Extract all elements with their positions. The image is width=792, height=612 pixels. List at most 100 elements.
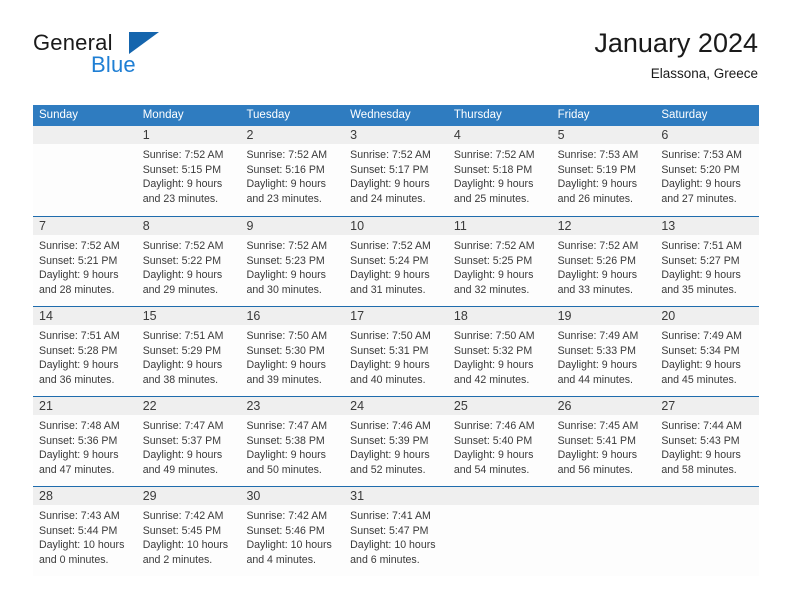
day-detail-line: Sunset: 5:46 PM [246, 524, 325, 537]
title-block: January 2024 Elassona, Greece [594, 26, 758, 84]
day-detail-lines: Sunrise: 7:49 AM Sunset: 5:34 PM Daylight:… [655, 325, 759, 387]
calendar-day-cell-17[interactable]: 17 Sunrise: 7:50 AM Sunset: 5:31 PM Dayligh… [344, 307, 448, 396]
day-detail-lines: Sunrise: 7:44 AM Sunset: 5:43 PM Daylight:… [655, 415, 759, 477]
general-blue-logo[interactable]: General Blue [33, 30, 233, 86]
day-detail-line: Sunset: 5:44 PM [39, 524, 118, 537]
day-number-band: 1 [136, 126, 241, 144]
calendar-day-cell-11[interactable]: 11 Sunrise: 7:52 AM Sunset: 5:25 PM Dayligh… [447, 217, 552, 306]
day-number: 21 [39, 399, 53, 413]
day-detail-line: Daylight: 9 hours [246, 178, 326, 191]
calendar-day-cell-29[interactable]: 29 Sunrise: 7:42 AM Sunset: 5:45 PM Dayligh… [136, 487, 241, 576]
day-number-band: 28 [33, 487, 137, 505]
calendar-day-cell-21[interactable]: 21 Sunrise: 7:48 AM Sunset: 5:36 PM Dayligh… [33, 397, 137, 486]
calendar-day-cell-10[interactable]: 10 Sunrise: 7:52 AM Sunset: 5:24 PM Dayligh… [344, 217, 448, 306]
day-number: 19 [557, 309, 572, 323]
day-detail-line: Sunset: 5:32 PM [453, 344, 533, 357]
calendar-day-cell-14[interactable]: 14 Sunrise: 7:51 AM Sunset: 5:28 PM Dayligh… [33, 307, 137, 396]
calendar-day-cell-23[interactable]: 23 Sunrise: 7:47 AM Sunset: 5:38 PM Dayligh… [240, 397, 345, 486]
page-title: January 2024 [594, 28, 758, 58]
day-detail-line: Sunrise: 7:53 AM [557, 149, 639, 161]
day-detail-lines: Sunrise: 7:52 AM Sunset: 5:21 PM Daylight:… [33, 235, 137, 297]
calendar-day-cell-12[interactable]: 12 Sunrise: 7:52 AM Sunset: 5:26 PM Dayligh… [551, 217, 656, 306]
day-number: 15 [142, 309, 157, 323]
day-number-band: 21 [33, 397, 137, 415]
calendar-day-cell-19[interactable]: 19 Sunrise: 7:49 AM Sunset: 5:33 PM Dayligh… [551, 307, 656, 396]
day-detail-line: Sunrise: 7:47 AM [246, 420, 328, 432]
day-detail-line: Sunrise: 7:43 AM [39, 510, 120, 522]
calendar-day-cell-13[interactable]: 13 Sunrise: 7:51 AM Sunset: 5:27 PM Dayligh… [655, 217, 760, 306]
day-detail-lines: Sunrise: 7:53 AM Sunset: 5:19 PM Daylight:… [552, 144, 656, 206]
day-detail-lines: Sunrise: 7:52 AM Sunset: 5:25 PM Daylight:… [448, 235, 552, 297]
day-detail-line: and 56 minutes. [557, 463, 633, 476]
day-number: 10 [350, 219, 365, 233]
day-detail-lines: Sunrise: 7:46 AM Sunset: 5:40 PM Daylight:… [448, 415, 552, 477]
calendar-day-cell-22[interactable]: 22 Sunrise: 7:47 AM Sunset: 5:37 PM Dayligh… [136, 397, 241, 486]
day-number: 7 [39, 219, 46, 233]
calendar-day-cell-7[interactable]: 7 Sunrise: 7:52 AM Sunset: 5:21 PM Daylight… [33, 217, 137, 306]
calendar-day-cell-25[interactable]: 25 Sunrise: 7:46 AM Sunset: 5:40 PM Dayligh… [447, 397, 552, 486]
day-number: 18 [453, 309, 468, 323]
day-detail-line: Daylight: 9 hours [453, 359, 534, 372]
day-detail-lines: Sunrise: 7:52 AM Sunset: 5:26 PM Daylight:… [552, 235, 656, 297]
day-number: 8 [142, 219, 150, 233]
day-detail-line: and 36 minutes. [39, 373, 115, 386]
day-detail-line: Sunrise: 7:45 AM [557, 420, 639, 432]
calendar-day-cell-9[interactable]: 9 Sunrise: 7:52 AM Sunset: 5:23 PM Daylight… [240, 217, 345, 306]
day-number: 23 [246, 399, 261, 413]
day-detail-line: Sunset: 5:45 PM [142, 524, 222, 537]
day-detail-line: and 31 minutes. [350, 283, 426, 296]
calendar-day-cell-26[interactable]: 26 Sunrise: 7:45 AM Sunset: 5:41 PM Dayligh… [551, 397, 656, 486]
calendar-day-cell-30[interactable]: 30 Sunrise: 7:42 AM Sunset: 5:46 PM Dayligh… [240, 487, 345, 576]
day-detail-line: Daylight: 9 hours [246, 359, 326, 372]
calendar-day-cell-4[interactable]: 4 Sunrise: 7:52 AM Sunset: 5:18 PM Daylight… [447, 126, 552, 216]
day-number: 26 [557, 399, 572, 413]
calendar-day-cell-20[interactable]: 20 Sunrise: 7:49 AM Sunset: 5:34 PM Dayligh… [655, 307, 760, 396]
calendar-day-cell-1[interactable]: 1 Sunrise: 7:52 AM Sunset: 5:15 PM Daylight… [136, 126, 241, 216]
day-detail-lines: Sunrise: 7:42 AM Sunset: 5:45 PM Daylight:… [137, 505, 241, 567]
weekday-header-thursday: Thursday [453, 109, 502, 121]
day-detail-line: and 47 minutes. [39, 463, 115, 476]
day-number: 14 [39, 309, 53, 323]
day-detail-line: and 26 minutes. [557, 192, 633, 205]
day-detail-line: and 29 minutes. [142, 283, 219, 296]
calendar-day-cell-31[interactable]: 31 Sunrise: 7:41 AM Sunset: 5:47 PM Dayligh… [344, 487, 448, 576]
day-number-band: 3 [344, 126, 448, 144]
day-number-band: 8 [136, 217, 241, 235]
calendar-day-cell-8[interactable]: 8 Sunrise: 7:52 AM Sunset: 5:22 PM Daylight… [136, 217, 241, 306]
calendar-day-cell-15[interactable]: 15 Sunrise: 7:51 AM Sunset: 5:29 PM Dayligh… [136, 307, 241, 396]
calendar-day-cell-5[interactable]: 5 Sunrise: 7:53 AM Sunset: 5:19 PM Daylight… [551, 126, 656, 216]
day-number: 5 [557, 128, 565, 142]
day-detail-line: Daylight: 9 hours [142, 449, 223, 462]
day-detail-line: Sunrise: 7:52 AM [453, 149, 535, 161]
day-detail-lines: Sunrise: 7:52 AM Sunset: 5:15 PM Daylight:… [137, 144, 241, 206]
calendar-day-cell-empty [447, 487, 552, 576]
day-detail-line: Sunrise: 7:52 AM [246, 149, 328, 161]
calendar-day-cell-6[interactable]: 6 Sunrise: 7:53 AM Sunset: 5:20 PM Daylight… [655, 126, 760, 216]
day-detail-line: Daylight: 10 hours [246, 539, 332, 552]
day-detail-line: and 2 minutes. [142, 553, 213, 566]
weekday-header-sunday: Sunday [39, 109, 79, 121]
day-detail-line: and 38 minutes. [142, 373, 219, 386]
day-number-band: 5 [551, 126, 656, 144]
day-detail-line: and 23 minutes. [246, 192, 322, 205]
weekday-header-wednesday: Wednesday [350, 109, 411, 121]
day-detail-line: Sunset: 5:25 PM [453, 254, 533, 267]
calendar-day-cell-24[interactable]: 24 Sunrise: 7:46 AM Sunset: 5:39 PM Dayligh… [344, 397, 448, 486]
calendar-day-cell-28[interactable]: 28 Sunrise: 7:43 AM Sunset: 5:44 PM Dayligh… [33, 487, 137, 576]
calendar-day-cell-18[interactable]: 18 Sunrise: 7:50 AM Sunset: 5:32 PM Dayligh… [447, 307, 552, 396]
day-detail-line: and 27 minutes. [661, 192, 737, 205]
calendar-day-cell-27[interactable]: 27 Sunrise: 7:44 AM Sunset: 5:43 PM Dayligh… [655, 397, 760, 486]
calendar-day-cell-16[interactable]: 16 Sunrise: 7:50 AM Sunset: 5:30 PM Dayligh… [240, 307, 345, 396]
day-detail-line: and 35 minutes. [661, 283, 737, 296]
day-detail-line: Daylight: 9 hours [557, 178, 638, 191]
day-detail-line: Sunrise: 7:52 AM [246, 240, 328, 252]
calendar-day-cell-3[interactable]: 3 Sunrise: 7:52 AM Sunset: 5:17 PM Daylight… [344, 126, 448, 216]
day-number: 2 [246, 128, 254, 142]
day-detail-line: Sunset: 5:26 PM [557, 254, 636, 267]
day-detail-line: Daylight: 9 hours [453, 449, 534, 462]
calendar-day-cell-empty [655, 487, 760, 576]
day-detail-lines [448, 505, 552, 509]
calendar-day-cell-2[interactable]: 2 Sunrise: 7:52 AM Sunset: 5:16 PM Daylight… [240, 126, 345, 216]
day-detail-line: Sunset: 5:38 PM [246, 434, 325, 447]
day-detail-line: Sunset: 5:17 PM [350, 163, 429, 176]
